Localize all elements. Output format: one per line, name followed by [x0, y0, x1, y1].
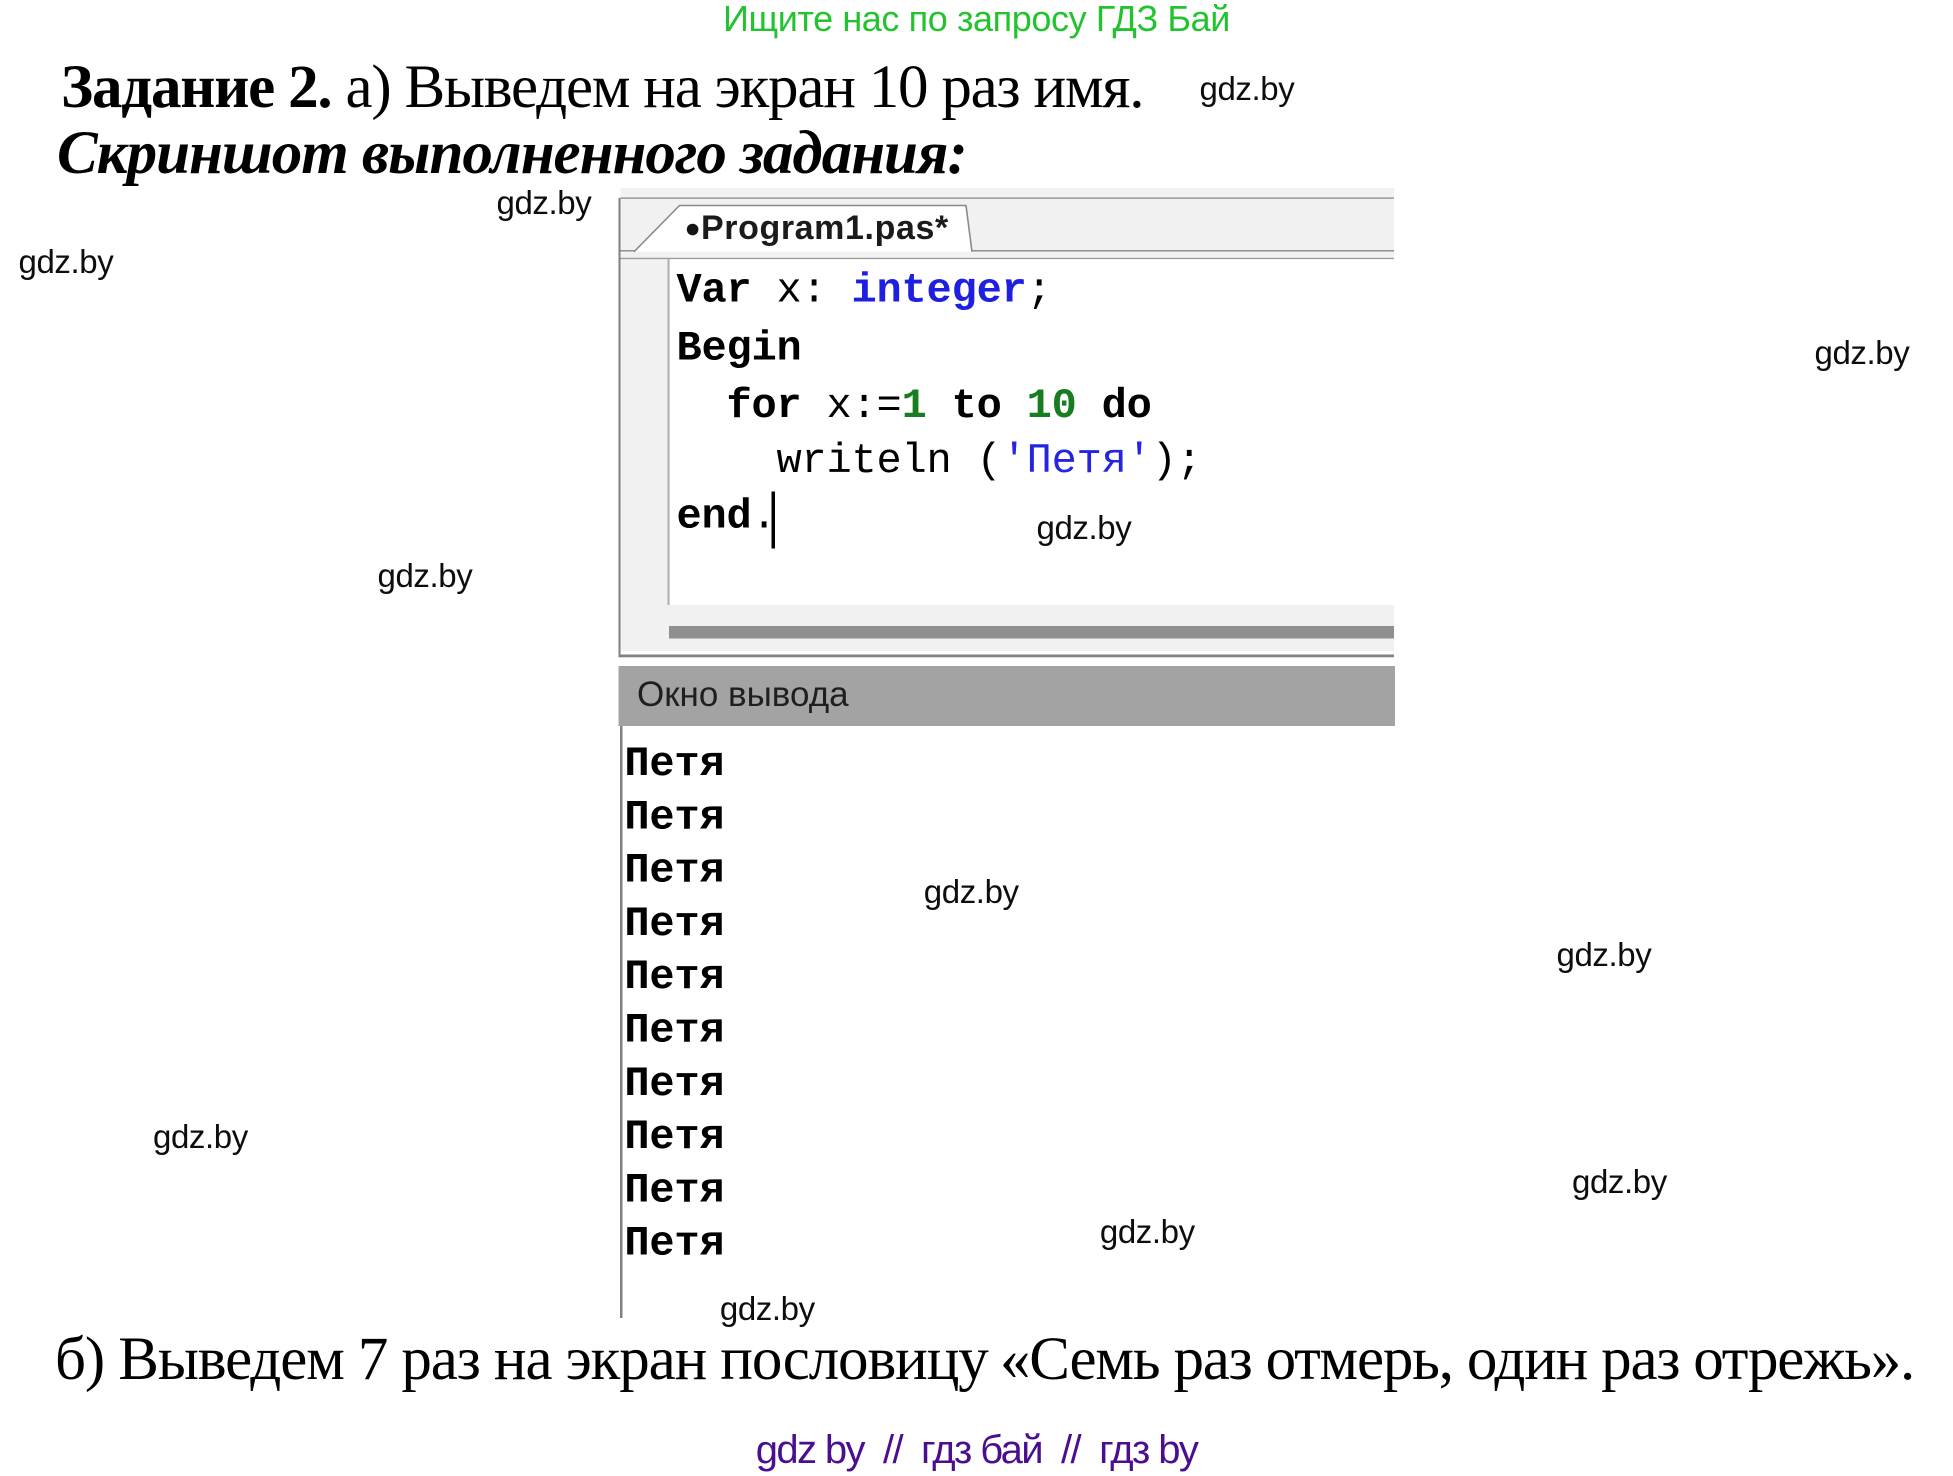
svg-text:Begin: Begin	[677, 324, 802, 372]
svg-text:end.: end.	[677, 493, 777, 541]
svg-text:Петя: Петя	[624, 1166, 724, 1214]
svg-text:Петя: Петя	[624, 953, 724, 1001]
svg-text:Петя: Петя	[624, 900, 724, 948]
svg-text:Окно вывода: Окно вывода	[637, 675, 849, 714]
svg-text:Петя: Петя	[624, 1220, 724, 1268]
svg-text:Петя: Петя	[624, 740, 724, 788]
svg-text:Петя: Петя	[624, 1060, 724, 1108]
svg-text:Var x: integer;: Var x: integer;	[677, 267, 1052, 315]
svg-text:Петя: Петя	[624, 1113, 724, 1161]
svg-text:Петя: Петя	[624, 793, 724, 841]
svg-text:writeln ('Петя');: writeln ('Петя');	[677, 437, 1202, 485]
svg-text:for x:=1 to 10 do: for x:=1 to 10 do	[677, 382, 1152, 430]
svg-text:Program1.pas*: Program1.pas*	[701, 209, 949, 247]
svg-text:Петя: Петя	[624, 1007, 724, 1055]
svg-text:Петя: Петя	[624, 847, 724, 895]
